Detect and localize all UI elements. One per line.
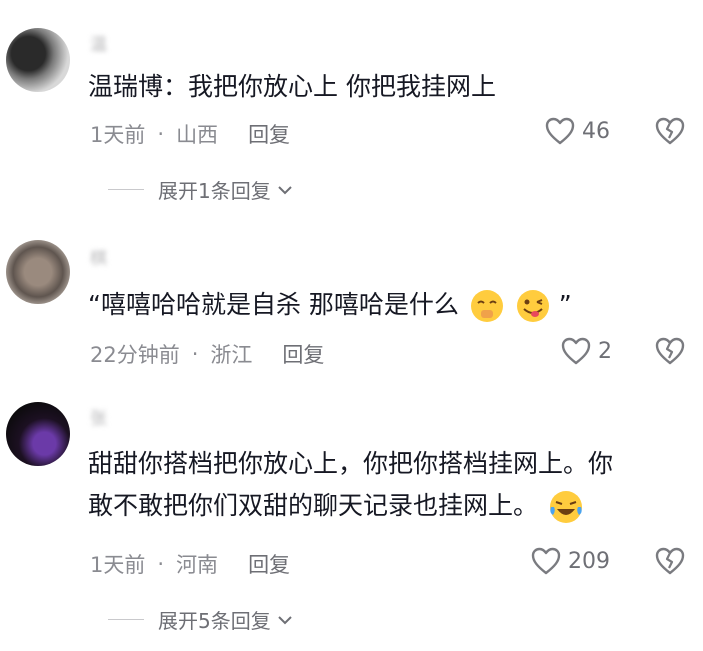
- comment-location: 河南: [176, 553, 219, 577]
- comment-text-line-1: 甜甜你搭档把你放心上，你把你搭档挂网上。你: [88, 449, 614, 478]
- reply-button[interactable]: 回复: [248, 119, 290, 149]
- comment-location: 山西: [176, 123, 219, 147]
- broken-heart-icon: [655, 117, 685, 145]
- comment-meta: 1天前 · 河南 回复: [90, 549, 290, 579]
- comment-text: 温瑞博：我把你放心上 你把我挂网上: [88, 72, 496, 101]
- broken-heart-icon: [655, 337, 685, 365]
- divider-line: [108, 619, 144, 620]
- heart-icon: [545, 117, 575, 145]
- reply-button[interactable]: 回复: [282, 339, 324, 369]
- expand-replies-label: 展开1条回复: [158, 179, 271, 203]
- like-button[interactable]: 209: [530, 546, 610, 576]
- avatar[interactable]: [6, 240, 70, 304]
- shush-emoji-icon: [470, 290, 503, 322]
- chevron-down-icon: [278, 185, 292, 194]
- chevron-down-icon: [278, 615, 292, 624]
- username[interactable]: 棋: [90, 244, 107, 269]
- like-count: 2: [598, 338, 612, 364]
- comment-text-body: “嘻嘻哈哈就是自杀 那嘻哈是什么: [88, 290, 459, 319]
- comment-time: 1天前: [90, 553, 146, 577]
- expand-replies-label: 展开5条回复: [158, 609, 271, 633]
- comment-time: 22分钟前: [90, 343, 180, 367]
- username[interactable]: 张: [90, 404, 107, 429]
- username[interactable]: 温: [90, 30, 107, 55]
- dislike-button[interactable]: [654, 546, 686, 580]
- separator-dot: ·: [157, 122, 165, 146]
- heart-icon: [531, 547, 561, 575]
- heart-icon: [561, 337, 591, 365]
- avatar[interactable]: [6, 28, 70, 92]
- comment-location: 浙江: [210, 343, 253, 367]
- expand-replies-button[interactable]: 展开5条回复: [108, 605, 293, 634]
- avatar[interactable]: [6, 402, 70, 466]
- comment-text: “嘻嘻哈哈就是自杀 那嘻哈是什么 ”: [88, 284, 681, 326]
- comment-time: 1天前: [90, 123, 146, 147]
- like-button[interactable]: 2: [560, 336, 612, 366]
- dislike-button[interactable]: [654, 336, 686, 370]
- reply-button[interactable]: 回复: [248, 549, 290, 579]
- comment-meta: 22分钟前 · 浙江 回复: [90, 339, 324, 369]
- broken-heart-icon: [655, 547, 685, 575]
- laughing-crying-emoji-icon: [549, 491, 582, 523]
- comment-text-line-2: 敢不敢把你们双甜的聊天记录也挂网上。: [88, 485, 681, 527]
- separator-dot: ·: [191, 342, 199, 366]
- comment-text-line-2-body: 敢不敢把你们双甜的聊天记录也挂网上。: [88, 491, 539, 520]
- comment-text: 甜甜你搭档把你放心上，你把你搭档挂网上。你 敢不敢把你们双甜的聊天记录也挂网上。: [88, 443, 681, 527]
- divider-line: [108, 189, 144, 190]
- dislike-button[interactable]: [654, 116, 686, 150]
- like-button[interactable]: 46: [544, 116, 610, 146]
- like-count: 46: [582, 118, 610, 144]
- comment-text-end: ”: [558, 290, 572, 319]
- wink-tongue-emoji-icon: [516, 290, 549, 322]
- like-count: 209: [568, 548, 610, 574]
- expand-replies-button[interactable]: 展开1条回复: [108, 175, 293, 204]
- separator-dot: ·: [157, 552, 165, 576]
- comment-meta: 1天前 · 山西 回复: [90, 119, 290, 149]
